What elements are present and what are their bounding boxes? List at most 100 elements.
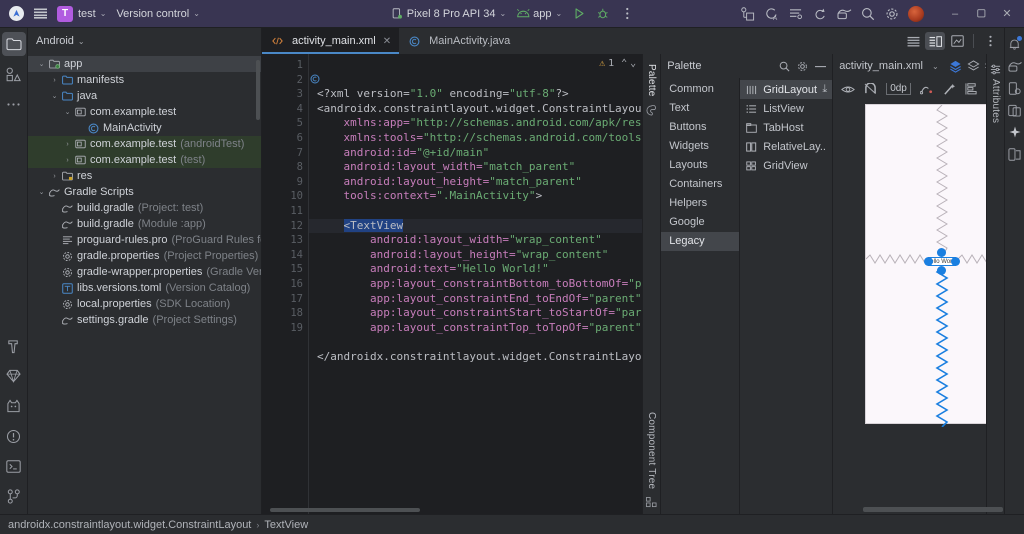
inspection-widget[interactable]: ⚠ 1 ⌃ ⌄	[599, 57, 636, 72]
line-number-gutter[interactable]: 12345678910111213141516171819	[262, 54, 308, 514]
component-tree-vtab[interactable]: Component Tree	[645, 408, 658, 493]
palette-category[interactable]: Text	[661, 99, 739, 118]
device-selector[interactable]: Pixel 8 Pro API 34 ⌄	[385, 3, 511, 25]
tree-row[interactable]: settings.gradle(Project Settings)	[28, 312, 261, 328]
palette-category[interactable]: Buttons	[661, 118, 739, 137]
code-horizontal-scrollbar[interactable]	[270, 508, 420, 512]
align-icon[interactable]	[965, 83, 978, 95]
previous-problem-icon[interactable]: ⌃	[621, 57, 627, 72]
chevron-down-icon[interactable]: ⌄	[62, 108, 73, 116]
code-line[interactable]: xmlns:app="http://schemas.android.com/ap…	[309, 116, 642, 131]
minimize-icon[interactable]	[815, 65, 826, 68]
code-line[interactable]: android:layout_width="wrap_content"	[309, 233, 642, 248]
clear-constraints-icon[interactable]	[920, 83, 934, 95]
project-view-selector[interactable]: Android ⌄	[28, 28, 261, 54]
run-configuration-selector[interactable]: app ⌄	[511, 3, 567, 25]
tree-row[interactable]: local.properties(SDK Location)	[28, 296, 261, 312]
palette-category[interactable]: Google	[661, 213, 739, 232]
android-studio-logo-icon[interactable]	[4, 3, 28, 25]
palette-item[interactable]: TabHost	[740, 118, 832, 137]
breadcrumb-item[interactable]: androidx.constraintlayout.widget.Constra…	[8, 519, 251, 531]
more-tool-windows-icon[interactable]	[2, 92, 26, 116]
split-mode-icon[interactable]	[925, 32, 945, 50]
tree-row[interactable]: ⌄Gradle Scripts	[28, 184, 261, 200]
code-line[interactable]: android:layout_height="match_parent"	[309, 175, 642, 190]
design-canvas[interactable]: Hello World!	[833, 100, 986, 504]
run-button[interactable]	[567, 3, 591, 25]
palette-item[interactable]: GridView	[740, 156, 832, 175]
palette-item[interactable]: RelativeLay..	[740, 137, 832, 156]
palette-category[interactable]: Helpers	[661, 194, 739, 213]
tree-row[interactable]: libs.versions.toml(Version Catalog)	[28, 280, 261, 296]
code-with-me-icon[interactable]: A	[760, 3, 784, 25]
chevron-right-icon[interactable]: ›	[62, 157, 73, 164]
maximize-window-button[interactable]	[968, 3, 994, 25]
running-devices-icon[interactable]	[1006, 99, 1024, 121]
avatar[interactable]	[904, 3, 928, 25]
design-mode-icon[interactable]	[947, 32, 967, 50]
tree-row[interactable]: MainActivity	[28, 120, 261, 136]
palette-items[interactable]: GridLayout⤓ListViewTabHostRelativeLay..G…	[739, 78, 832, 514]
tree-row[interactable]: build.gradle(Module :app)	[28, 216, 261, 232]
search-icon[interactable]	[856, 3, 880, 25]
editor-tab[interactable]: activity_main.xml✕	[262, 28, 399, 54]
chevron-down-icon[interactable]: ⌄	[36, 188, 47, 196]
default-margin-value[interactable]: 0dp	[886, 83, 911, 95]
layout-inspector-icon[interactable]	[736, 3, 760, 25]
tree-row[interactable]: proguard-rules.pro(ProGuard Rules for ":…	[28, 232, 261, 248]
palette-category[interactable]: Legacy	[661, 232, 739, 251]
device-preview[interactable]: Hello World!	[865, 104, 986, 424]
build-hammer-icon[interactable]	[2, 334, 26, 358]
infer-constraints-wand-icon[interactable]	[943, 83, 956, 96]
tree-row[interactable]: ⌄com.example.test	[28, 104, 261, 120]
next-problem-icon[interactable]: ⌄	[630, 57, 636, 72]
profiler-icon[interactable]	[784, 3, 808, 25]
project-folder-icon[interactable]	[2, 32, 26, 56]
code-line[interactable]: </androidx.constraintlayout.widget.Const…	[309, 350, 642, 365]
project-scrollbar[interactable]	[256, 60, 260, 120]
autoconnect-magnet-icon[interactable]	[864, 83, 877, 95]
version-control-menu[interactable]: Version control ⌄	[111, 3, 204, 25]
tree-row[interactable]: ›res	[28, 168, 261, 184]
gem-icon[interactable]	[2, 364, 26, 388]
code-line[interactable]: <androidx.constraintlayout.widget.Constr…	[309, 102, 642, 117]
palette-category[interactable]: Widgets	[661, 137, 739, 156]
xml-source-code[interactable]: <?xml version="1.0" encoding="utf-8"?><a…	[308, 54, 642, 514]
code-line[interactable]: app:layout_constraintTop_toTopOf="parent…	[309, 321, 642, 336]
code-line[interactable]: <?xml version="1.0" encoding="utf-8"?>	[309, 87, 642, 102]
hamburger-menu-icon[interactable]	[28, 3, 52, 25]
app-inspection-icon[interactable]	[832, 3, 856, 25]
debug-button[interactable]	[591, 3, 615, 25]
design-horizontal-scrollbar[interactable]	[863, 507, 1003, 512]
palette-categories[interactable]: CommonTextButtonsWidgetsLayoutsContainer…	[661, 78, 739, 514]
version-control-branch-icon[interactable]	[2, 484, 26, 508]
tree-row[interactable]: ›com.example.test(androidTest)	[28, 136, 261, 152]
tree-row[interactable]: ›com.example.test(test)	[28, 152, 261, 168]
code-line[interactable]: app:layout_constraintBottom_toBottomOf="…	[309, 277, 642, 292]
code-line[interactable]: app:layout_constraintEnd_toEndOf="parent…	[309, 292, 642, 307]
minimize-window-button[interactable]: –	[942, 3, 968, 25]
chevron-right-icon[interactable]: ›	[62, 141, 73, 148]
code-line[interactable]: android:layout_width="match_parent"	[309, 160, 642, 175]
palette-category[interactable]: Layouts	[661, 156, 739, 175]
chevron-right-icon[interactable]: ›	[49, 173, 60, 180]
code-line[interactable]: <TextView	[309, 219, 642, 234]
run-more-options-icon[interactable]	[615, 3, 639, 25]
chevron-down-icon[interactable]: ⌄	[49, 92, 60, 100]
close-tab-icon[interactable]: ✕	[383, 36, 391, 47]
logcat-cat-icon[interactable]	[2, 394, 26, 418]
code-mode-icon[interactable]	[903, 32, 923, 50]
project-selector[interactable]: T test ⌄	[52, 3, 111, 25]
gemini-sparkle-icon[interactable]	[1006, 121, 1024, 143]
resource-manager-icon[interactable]	[2, 62, 26, 86]
code-line[interactable]: tools:context=".MainActivity">	[309, 189, 642, 204]
tree-row[interactable]: build.gradle(Project: test)	[28, 200, 261, 216]
gradle-elephant-icon[interactable]	[1006, 55, 1024, 77]
tree-row[interactable]: ›manifests	[28, 72, 261, 88]
chevron-down-icon[interactable]: ⌄	[36, 60, 47, 68]
code-line[interactable]: app:layout_constraintStart_toStartOf="pa…	[309, 306, 642, 321]
design-surface-icon[interactable]	[949, 60, 962, 73]
tree-row[interactable]: ⌄java	[28, 88, 261, 104]
attributes-sliders-icon[interactable]	[990, 64, 1001, 75]
settings-gear-icon[interactable]	[880, 3, 904, 25]
